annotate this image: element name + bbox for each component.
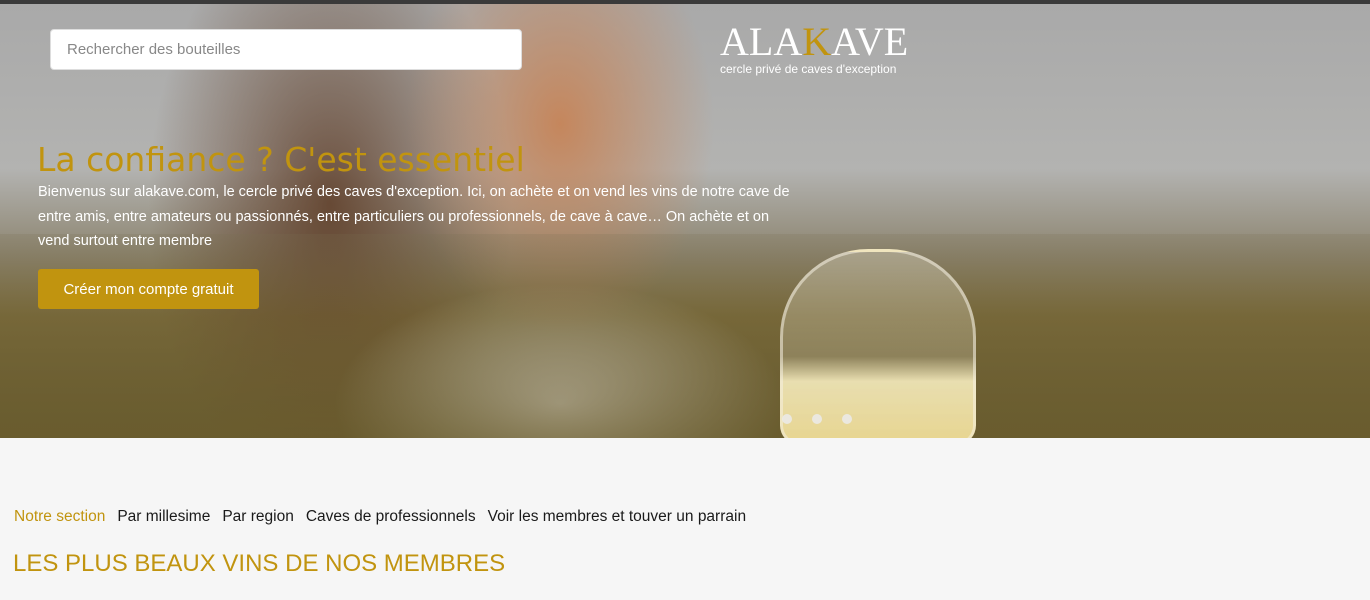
carousel-indicators: [782, 414, 852, 424]
logo-tagline: cercle privé de caves d'exception: [720, 62, 897, 76]
hero-banner: ALAKAVE cercle privé de caves d'exceptio…: [0, 4, 1370, 438]
nav-item-par-millesime[interactable]: Par millesime: [117, 507, 210, 527]
alakave-logo[interactable]: ALAKAVE cercle privé de caves d'exceptio…: [720, 22, 930, 78]
create-account-button[interactable]: Créer mon compte gratuit: [38, 269, 259, 309]
hero-title: La confiance ? C'est essentiel: [37, 140, 525, 179]
search-input[interactable]: [50, 29, 522, 70]
carousel-dot-1[interactable]: [782, 414, 792, 424]
hero-background-image: [0, 234, 1370, 438]
nav-item-notre-section[interactable]: Notre section: [14, 507, 105, 527]
section-nav: Notre section Par millesime Par region C…: [14, 507, 746, 527]
nav-item-par-region[interactable]: Par region: [222, 507, 294, 527]
carousel-dot-3[interactable]: [842, 414, 852, 424]
hero-description: Bienvenus sur alakave.com, le cercle pri…: [38, 184, 790, 249]
nav-item-voir-membres[interactable]: Voir les membres et touver un parrain: [488, 507, 746, 527]
carousel-dot-2[interactable]: [812, 414, 822, 424]
logo-wordmark: ALAKAVE: [720, 19, 909, 64]
nav-item-caves-professionnels[interactable]: Caves de professionnels: [306, 507, 476, 527]
section-title: LES PLUS BEAUX VINS DE NOS MEMBRES: [13, 550, 506, 577]
wine-glass-image: [780, 249, 976, 438]
